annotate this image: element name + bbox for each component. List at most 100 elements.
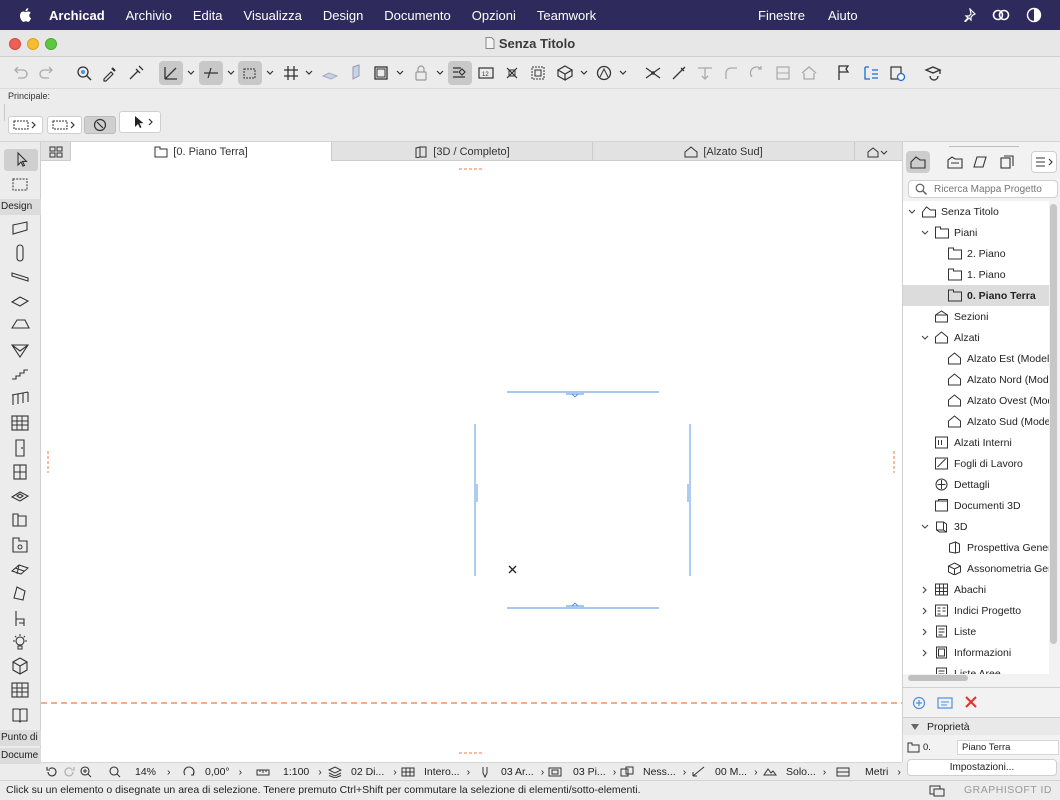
box-tool[interactable] (8, 656, 32, 676)
chevron-right-icon[interactable] (920, 627, 930, 637)
tree-node[interactable]: Alzati (903, 327, 1049, 348)
publisher-sets-tab[interactable] (995, 151, 1019, 173)
inject-parameters-button[interactable] (124, 61, 148, 85)
suspend-groups-button[interactable] (448, 61, 472, 85)
chevron-right-icon[interactable] (920, 606, 930, 616)
rotate-button[interactable] (745, 61, 769, 85)
tree-node[interactable]: Alzato Est (Modello (903, 348, 1049, 369)
model-view-control[interactable]: Intero... › (401, 764, 470, 780)
pick-up-parameters-button[interactable] (98, 61, 122, 85)
dimension-control[interactable]: 00 M... › (692, 764, 758, 780)
toolbox-footer-2[interactable]: Docume (0, 748, 41, 764)
toolbox-design-header[interactable]: Design (0, 199, 41, 215)
beam-tool[interactable] (8, 267, 32, 287)
tree-node[interactable]: 1. Piano (903, 264, 1049, 285)
curtain-wall-tool[interactable] (8, 413, 32, 433)
fillet-button[interactable] (719, 61, 743, 85)
door-tool[interactable] (8, 438, 32, 458)
snap-grid-dropdown-icon[interactable] (266, 69, 274, 77)
back-history-icon[interactable] (45, 766, 59, 778)
windows-icon[interactable] (929, 785, 945, 797)
tab-3d[interactable]: [3D / Completo] (332, 142, 593, 161)
tree-node[interactable]: Assonometria Gen (903, 558, 1049, 579)
lamp-tool[interactable] (8, 632, 32, 652)
tree-node[interactable]: 0. Piano Terra (903, 285, 1049, 306)
3d-view-button[interactable] (553, 61, 577, 85)
book-tool[interactable] (8, 705, 32, 725)
tree-node[interactable]: Alzato Ovest (Mod (903, 390, 1049, 411)
zone-tool[interactable] (8, 535, 32, 555)
tree-node[interactable]: Indici Progetto (903, 600, 1049, 621)
units-control[interactable]: Metri › (836, 764, 901, 780)
trim-button[interactable] (667, 61, 691, 85)
section-tool[interactable] (8, 680, 32, 700)
undo-button[interactable] (8, 61, 32, 85)
settings-button[interactable]: Impostazioni... (907, 759, 1057, 776)
forward-history-icon[interactable] (62, 766, 76, 778)
slab-tool[interactable] (8, 291, 32, 311)
navigator-drag-handle[interactable] (949, 146, 1019, 147)
tree-node[interactable]: 2. Piano (903, 243, 1049, 264)
properties-header[interactable]: Proprietà (903, 717, 1060, 735)
flag-button[interactable] (832, 61, 856, 85)
menu-visualizza[interactable]: Visualizza (244, 8, 302, 23)
arrow-tool-options-button[interactable] (119, 111, 161, 133)
layer-combination-control[interactable]: 02 Di... › (328, 764, 397, 780)
roof-button[interactable] (797, 61, 821, 85)
tree-node[interactable]: Documenti 3D (903, 495, 1049, 516)
arrow-tool[interactable] (4, 149, 38, 171)
snap-guides-dropdown-icon[interactable] (227, 69, 235, 77)
shell-dropdown-icon[interactable] (619, 69, 627, 77)
zoom-control[interactable]: 14% › (108, 764, 171, 780)
explode-button[interactable] (500, 61, 524, 85)
lock-dropdown-icon[interactable] (436, 69, 444, 77)
selection-method-button[interactable] (8, 116, 43, 134)
list-button[interactable] (859, 61, 883, 85)
dark-mode-icon[interactable] (1026, 7, 1042, 23)
chevron-down-icon[interactable] (907, 207, 917, 217)
tab-list-menu[interactable] (855, 142, 902, 161)
rotated-marquee-button[interactable] (84, 116, 116, 134)
elevation-markers[interactable] (474, 391, 691, 609)
view-dropdown-icon[interactable] (396, 69, 404, 77)
snap-guides-button[interactable] (199, 61, 223, 85)
project-map-tab[interactable] (906, 151, 930, 173)
wall-tool[interactable] (8, 218, 32, 238)
chair-tool[interactable] (8, 608, 32, 628)
morph-tool[interactable] (8, 583, 32, 603)
teamwork-button[interactable] (921, 61, 945, 85)
zoom-in-icon[interactable] (79, 766, 93, 778)
tree-node[interactable]: Alzato Sud (Model (903, 411, 1049, 432)
view-settings-icon[interactable] (937, 696, 953, 710)
shell-tool[interactable] (8, 340, 32, 360)
menu-teamwork[interactable]: Teamwork (537, 8, 596, 23)
trace-button[interactable] (344, 61, 368, 85)
pen-set-control[interactable]: 03 Ar... › (478, 764, 544, 780)
snap-grid-button[interactable] (238, 61, 262, 85)
navigator-menu-button[interactable] (1031, 151, 1057, 173)
skylight-tool[interactable] (8, 486, 32, 506)
dimension-button[interactable]: 12 (474, 61, 498, 85)
menu-aiuto[interactable]: Aiuto (828, 8, 858, 23)
graphic-override-control[interactable]: Solo... › (763, 764, 826, 780)
tree-vertical-scrollbar[interactable] (1050, 204, 1057, 644)
tree-node[interactable]: Prospettiva Generi (903, 537, 1049, 558)
roof-tool[interactable] (8, 315, 32, 335)
layout-book-tab[interactable] (968, 151, 992, 173)
3d-view-dropdown-icon[interactable] (580, 69, 588, 77)
shell-button[interactable] (592, 61, 616, 85)
floor-plan-drawing[interactable] (41, 161, 902, 762)
tree-node[interactable]: Informazioni (903, 642, 1049, 663)
chevron-down-icon[interactable] (920, 228, 930, 238)
chevron-down-icon[interactable] (920, 333, 930, 343)
column-tool[interactable] (8, 243, 32, 263)
tree-node[interactable]: 3D (903, 516, 1049, 537)
tab-floor-plan[interactable]: [0. Piano Terra] (71, 142, 332, 161)
tree-node[interactable]: Senza Titolo (903, 201, 1049, 222)
group-button[interactable] (526, 61, 550, 85)
menu-edita[interactable]: Edita (193, 8, 223, 23)
adjust-button[interactable] (693, 61, 717, 85)
publish-button[interactable] (885, 61, 909, 85)
chevron-down-icon[interactable] (920, 522, 930, 532)
graphisoft-id-link[interactable]: GRAPHISOFT ID (964, 784, 1052, 796)
